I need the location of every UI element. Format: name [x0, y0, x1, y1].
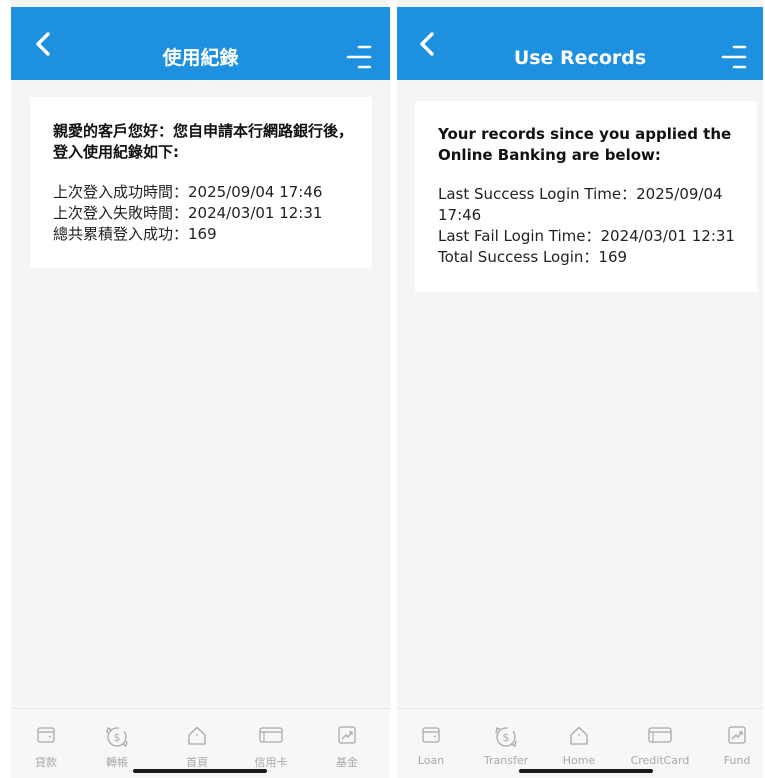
- tab-label: 貸款: [35, 756, 57, 769]
- home-icon: [188, 726, 206, 745]
- fund-icon: [728, 726, 746, 744]
- last-fail-login: Last Fail Login Time：2024/03/01 12:31: [438, 227, 735, 245]
- back-button[interactable]: [33, 31, 55, 57]
- header-bar: Use Records: [397, 7, 763, 80]
- records-list: 上次登入成功時間：2025/09/04 17:46 上次登入失敗時間：2024/…: [53, 182, 363, 245]
- tab-loan[interactable]: Loan: [401, 709, 461, 773]
- tab-label: 基金: [336, 756, 358, 769]
- tab-label: Fund: [723, 754, 751, 767]
- greeting-text: 親愛的客戶您好：您自申請本行網路銀行後，登入使用紀錄如下:: [53, 122, 354, 161]
- credit-card-icon: [259, 727, 283, 743]
- total-success-login: Total Success Login：169: [438, 248, 628, 266]
- tab-label: Home: [562, 754, 596, 767]
- tab-label: 首頁: [186, 756, 208, 769]
- chevron-left-icon: [36, 32, 50, 56]
- tab-home[interactable]: 首頁: [167, 709, 227, 773]
- tab-label: 信用卡: [254, 756, 288, 769]
- total-success-login: 總共累積登入成功：169: [53, 225, 217, 243]
- last-success-login: 上次登入成功時間：2025/09/04 17:46: [53, 183, 323, 201]
- records-card: Your records since you applied the Onlin…: [415, 101, 757, 292]
- tab-home[interactable]: Home: [549, 709, 609, 773]
- tab-transfer[interactable]: $ 轉帳: [87, 709, 147, 773]
- menu-button[interactable]: [721, 44, 747, 72]
- screen-english: Use Records Your records since you appli…: [397, 0, 763, 778]
- fund-icon: [338, 726, 356, 744]
- wallet-icon: [422, 727, 440, 743]
- menu-button[interactable]: [346, 44, 372, 72]
- credit-card-icon: [648, 727, 672, 743]
- header-bar: 使用紀錄: [11, 7, 390, 80]
- tab-credit-card[interactable]: CreditCard: [623, 709, 697, 773]
- tab-label: Transfer: [483, 754, 529, 767]
- tab-label: 轉帳: [106, 756, 128, 769]
- transfer-icon: $: [106, 727, 128, 747]
- home-icon: [570, 726, 588, 745]
- records-list: Last Success Login Time：2025/09/04 17:46…: [438, 184, 748, 268]
- records-card: 親愛的客戶您好：您自申請本行網路銀行後，登入使用紀錄如下: 上次登入成功時間：2…: [30, 97, 372, 268]
- page-title: Use Records: [513, 47, 647, 69]
- tab-label: CreditCard: [630, 754, 690, 767]
- bottom-tab-bar: Loan $ Transfer Home CreditCard Fund: [397, 708, 763, 778]
- page-title: 使用紀錄: [162, 47, 239, 69]
- tab-loan[interactable]: 貸款: [16, 709, 76, 773]
- back-button[interactable]: [417, 31, 439, 57]
- menu-lines-icon: [346, 45, 372, 69]
- transfer-icon: $: [495, 727, 517, 747]
- tab-fund[interactable]: 基金: [317, 709, 377, 773]
- home-indicator: [133, 769, 267, 773]
- home-indicator: [519, 769, 653, 773]
- tab-fund[interactable]: Fund: [707, 709, 763, 773]
- last-fail-login: 上次登入失敗時間：2024/03/01 12:31: [53, 204, 323, 222]
- last-success-login: Last Success Login Time：2025/09/04 17:46: [438, 185, 723, 224]
- tab-credit-card[interactable]: 信用卡: [241, 709, 301, 773]
- menu-lines-icon: [721, 45, 747, 69]
- wallet-icon: [37, 727, 55, 743]
- bottom-tab-bar: 貸款 $ 轉帳 首頁 信用卡 基金: [11, 708, 390, 778]
- screen-chinese: 使用紀錄 親愛的客戶您好：您自申請本行網路銀行後，登入使用紀錄如下: 上次登入成…: [11, 0, 390, 778]
- greeting-text: Your records since you applied the Onlin…: [438, 125, 732, 164]
- svg-text:$: $: [114, 731, 121, 744]
- tab-transfer[interactable]: $ Transfer: [476, 709, 536, 773]
- chevron-left-icon: [420, 32, 434, 56]
- svg-text:$: $: [503, 731, 510, 744]
- tab-label: Loan: [417, 754, 445, 767]
